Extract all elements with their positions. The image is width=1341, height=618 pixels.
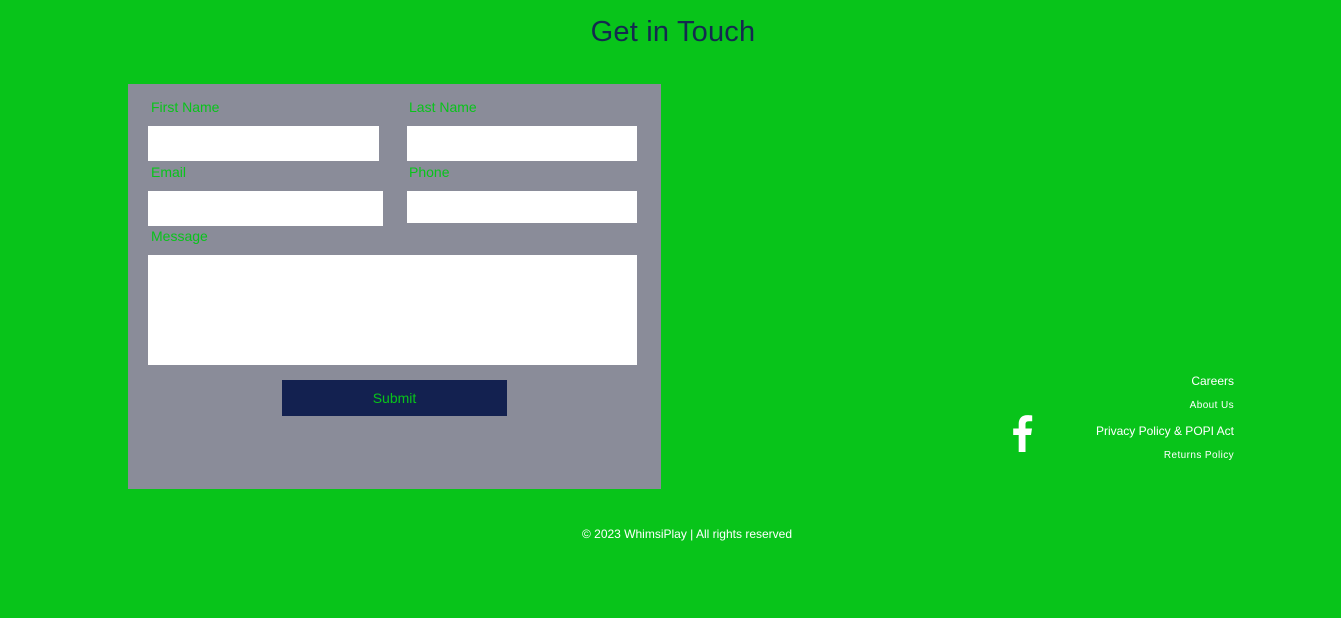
footer-link-about-us[interactable]: About Us [1096, 397, 1234, 422]
page-title: Get in Touch [590, 16, 756, 48]
copyright-text: © 2023 WhimsiPlay | All rights reserved [581, 527, 793, 541]
first-name-label: First Name [151, 99, 220, 115]
email-input[interactable] [148, 191, 383, 226]
footer-link-privacy-policy[interactable]: Privacy Policy & POPI Act [1096, 422, 1234, 447]
first-name-input[interactable] [148, 126, 379, 161]
last-name-label: Last Name [409, 99, 477, 115]
footer-link-careers[interactable]: Careers [1096, 372, 1234, 397]
message-label: Message [151, 228, 208, 244]
phone-label: Phone [409, 164, 450, 180]
facebook-icon[interactable] [1008, 414, 1036, 452]
phone-input[interactable] [407, 191, 637, 223]
email-label: Email [151, 164, 187, 180]
contact-form: First Name Last Name Email Phone Message… [128, 84, 661, 489]
footer-nav: Careers About Us Privacy Policy & POPI A… [1096, 372, 1234, 472]
message-textarea[interactable] [148, 255, 637, 365]
last-name-input[interactable] [407, 126, 637, 161]
footer-link-returns-policy[interactable]: Returns Policy [1096, 447, 1234, 472]
submit-button[interactable]: Submit [282, 380, 507, 416]
